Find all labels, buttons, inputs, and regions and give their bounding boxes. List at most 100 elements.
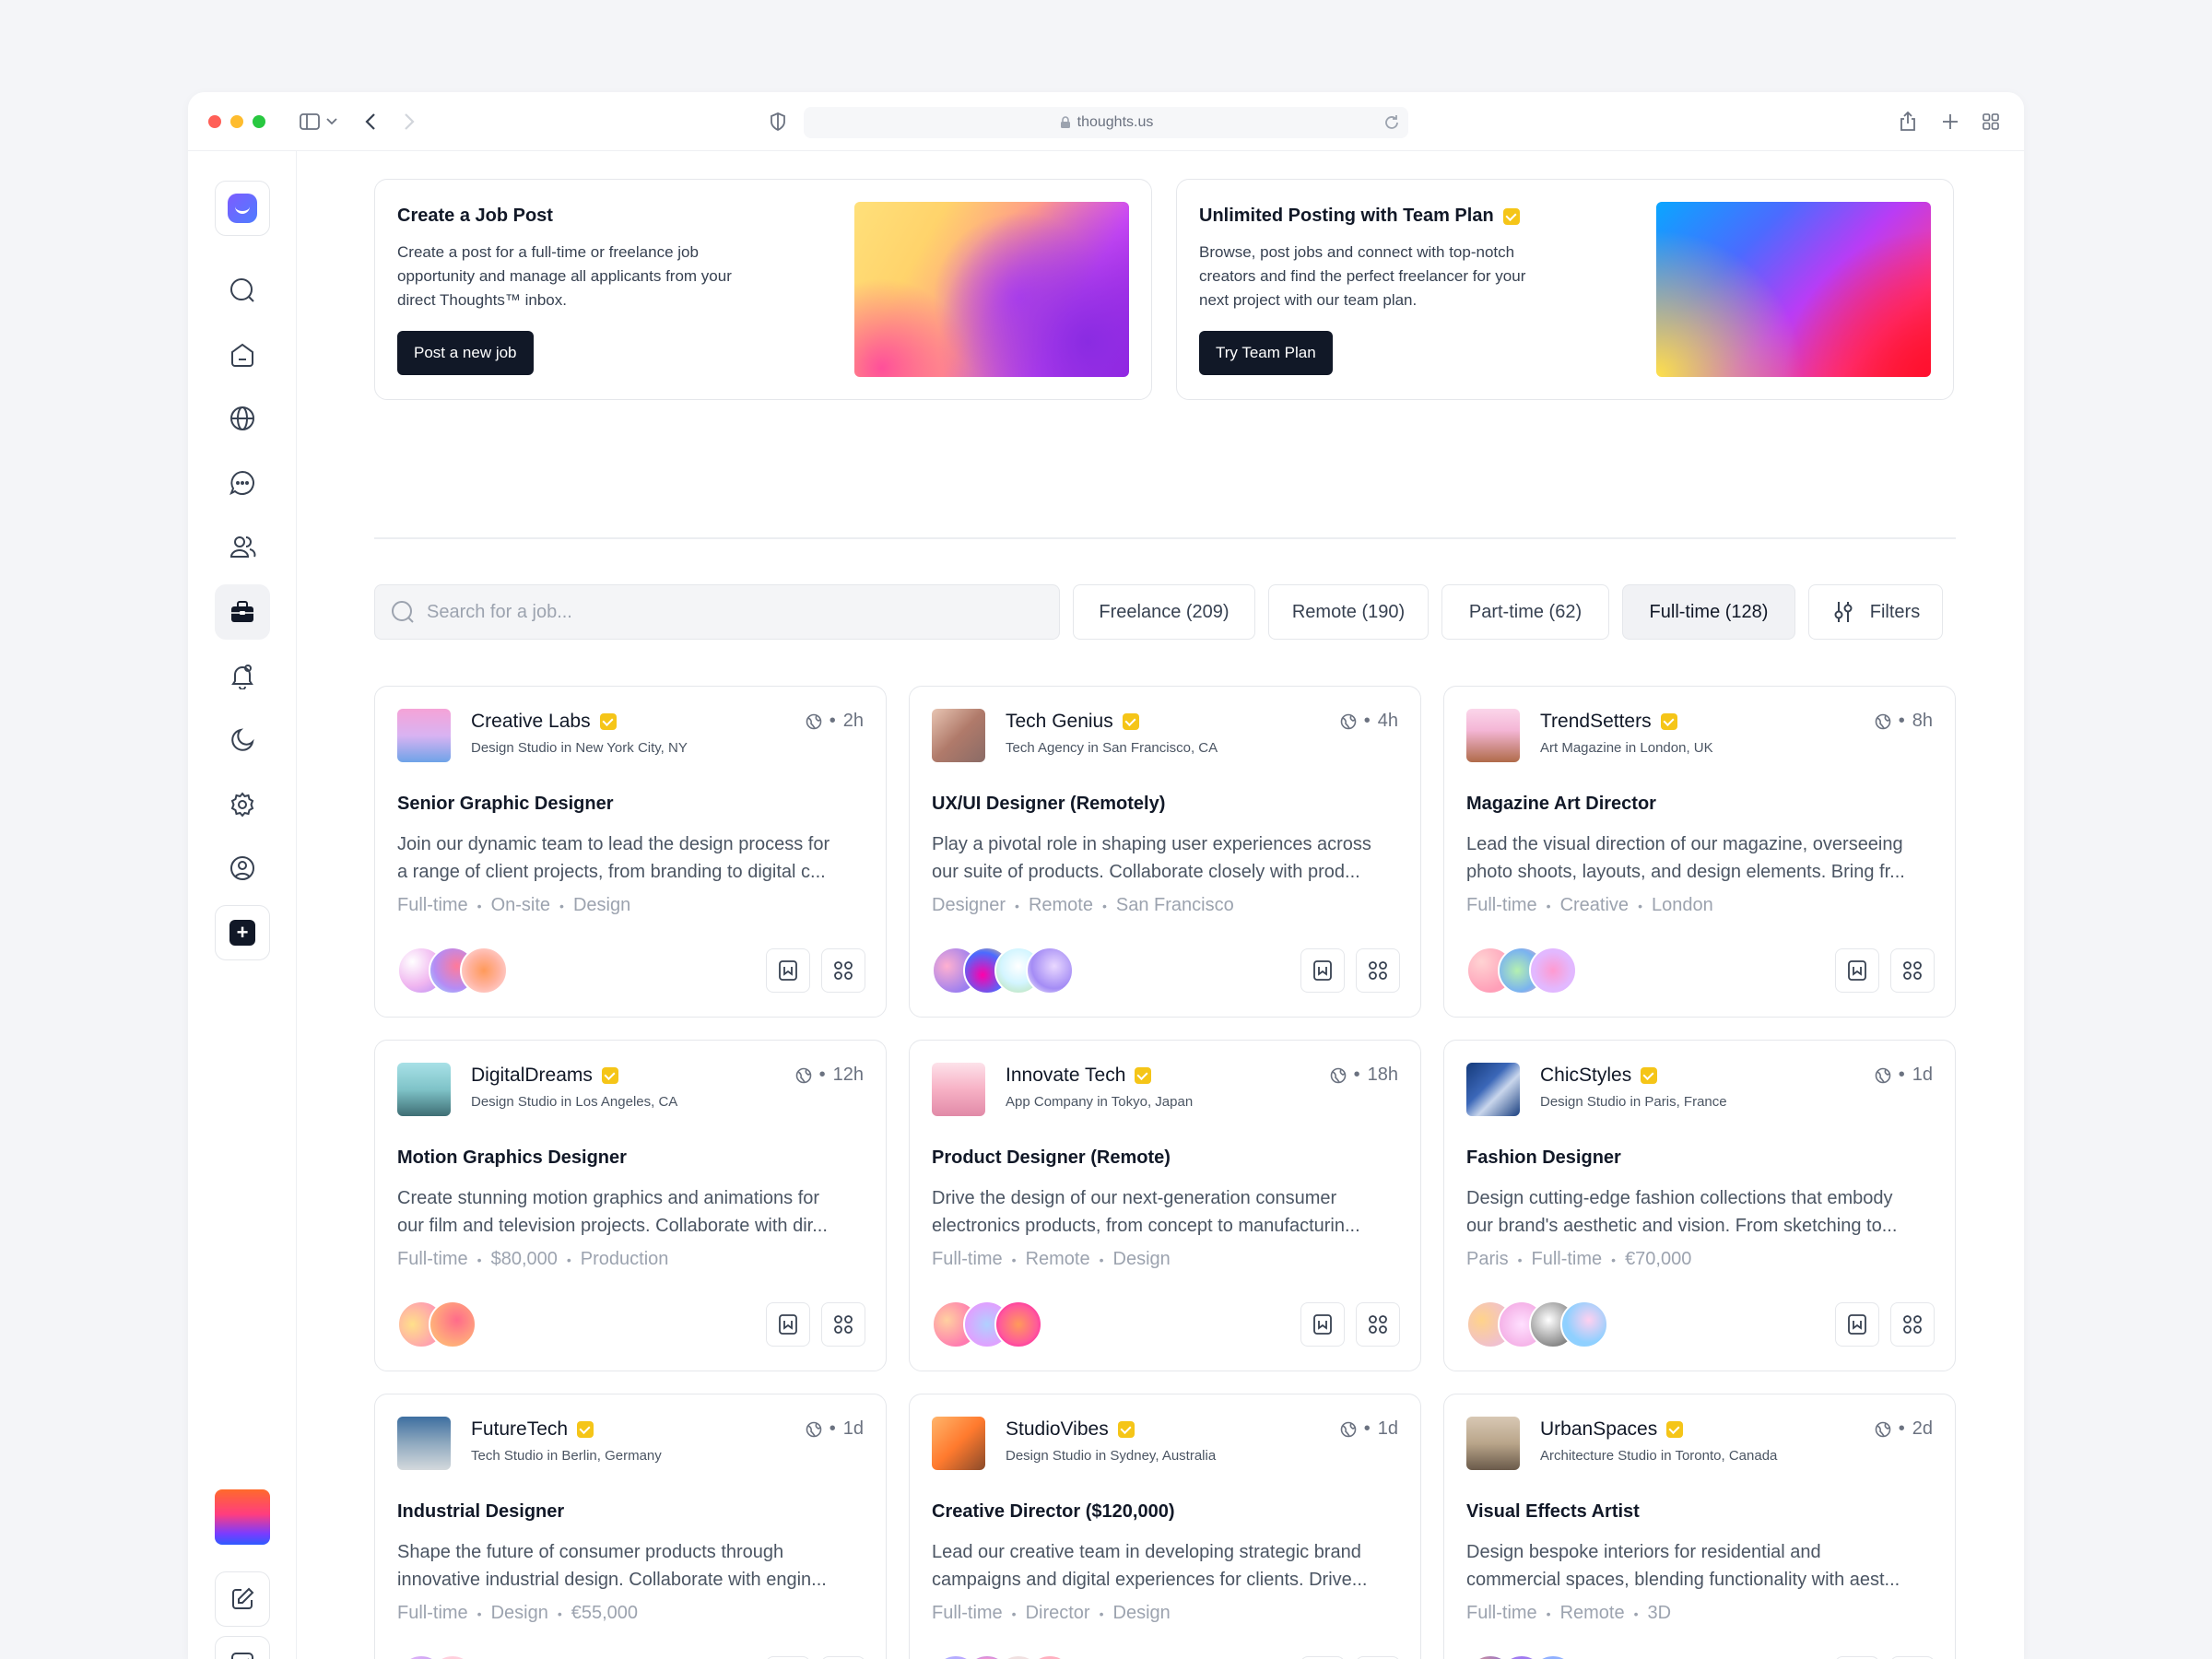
job-card[interactable]: FutureTech Tech Studio in Berlin, German… bbox=[374, 1394, 887, 1659]
job-card[interactable]: Creative Labs Design Studio in New York … bbox=[374, 686, 887, 1018]
job-search-input[interactable] bbox=[427, 601, 980, 623]
back-arrow-icon[interactable] bbox=[358, 109, 383, 135]
app-logo[interactable] bbox=[215, 181, 270, 236]
bookmark-button[interactable] bbox=[1300, 948, 1345, 993]
job-title[interactable]: UX/UI Designer (Remotely) bbox=[932, 794, 1165, 815]
applicant-avatars[interactable] bbox=[932, 1300, 1042, 1348]
applicant-avatars[interactable] bbox=[932, 947, 1074, 994]
maximize-window-button[interactable] bbox=[253, 115, 265, 128]
job-title[interactable]: Creative Director ($120,000) bbox=[932, 1501, 1174, 1523]
sidebar-toggle-icon[interactable] bbox=[297, 109, 323, 135]
more-options-button[interactable] bbox=[1890, 948, 1935, 993]
bookmark-button[interactable] bbox=[1835, 948, 1879, 993]
more-options-button[interactable] bbox=[1356, 948, 1400, 993]
job-search-box[interactable] bbox=[374, 584, 1060, 640]
address-bar[interactable]: thoughts.us bbox=[804, 107, 1408, 138]
filter-chip-part-time[interactable]: Part-time (62) bbox=[1441, 584, 1609, 640]
company-name[interactable]: Creative Labs bbox=[471, 711, 591, 733]
job-card[interactable]: DigitalDreams Design Studio in Los Angel… bbox=[374, 1040, 887, 1371]
sidebar-item-profile[interactable] bbox=[215, 841, 270, 896]
more-options-button[interactable] bbox=[1356, 1302, 1400, 1347]
reload-icon[interactable] bbox=[1382, 113, 1401, 132]
job-title[interactable]: Magazine Art Director bbox=[1466, 794, 1656, 815]
company-name-row: DigitalDreams bbox=[471, 1065, 618, 1087]
filters-button[interactable]: Filters bbox=[1808, 584, 1943, 640]
sidebar-item-jobs[interactable] bbox=[215, 584, 270, 640]
sidebar-item-theme[interactable] bbox=[215, 712, 270, 768]
sidebar-item-notifications[interactable] bbox=[215, 648, 270, 703]
sidebar-item-analytics[interactable] bbox=[215, 1636, 270, 1659]
job-title[interactable]: Motion Graphics Designer bbox=[397, 1147, 627, 1169]
filter-chip-full-time[interactable]: Full-time (128) bbox=[1622, 584, 1795, 640]
applicant-avatars[interactable] bbox=[1466, 947, 1577, 994]
sidebar-item-settings[interactable] bbox=[215, 777, 270, 832]
share-icon[interactable] bbox=[1895, 109, 1921, 135]
company-name[interactable]: StudioVibes bbox=[1006, 1418, 1109, 1441]
promo-description-line: creators and find the perfect freelancer… bbox=[1199, 267, 1526, 285]
company-name[interactable]: DigitalDreams bbox=[471, 1065, 593, 1087]
company-name[interactable]: ChicStyles bbox=[1540, 1065, 1631, 1087]
new-tab-icon[interactable] bbox=[1937, 109, 1963, 135]
applicant-avatars[interactable] bbox=[932, 1654, 1074, 1659]
tab-overview-icon[interactable] bbox=[1978, 109, 2004, 135]
separator-dot: • bbox=[1353, 1065, 1360, 1085]
applicant-avatar[interactable] bbox=[429, 1654, 477, 1659]
job-card[interactable]: Innovate Tech App Company in Tokyo, Japa… bbox=[909, 1040, 1421, 1371]
sidebar-item-create[interactable]: + bbox=[215, 905, 270, 960]
company-name[interactable]: Innovate Tech bbox=[1006, 1065, 1125, 1087]
applicant-avatar[interactable] bbox=[1529, 1654, 1577, 1659]
company-name[interactable]: FutureTech bbox=[471, 1418, 568, 1441]
job-card[interactable]: StudioVibes Design Studio in Sydney, Aus… bbox=[909, 1394, 1421, 1659]
try-team-plan-button[interactable]: Try Team Plan bbox=[1199, 331, 1333, 375]
applicant-avatar[interactable] bbox=[1529, 947, 1577, 994]
applicant-avatar[interactable] bbox=[460, 947, 508, 994]
job-title[interactable]: Fashion Designer bbox=[1466, 1147, 1621, 1169]
applicant-avatar[interactable] bbox=[1560, 1300, 1608, 1348]
shield-icon[interactable] bbox=[765, 109, 791, 135]
sidebar-item-people[interactable] bbox=[215, 520, 270, 575]
applicant-avatars[interactable] bbox=[397, 1300, 477, 1348]
filter-chip-remote[interactable]: Remote (190) bbox=[1268, 584, 1429, 640]
sidebar-item-explore[interactable] bbox=[215, 391, 270, 446]
separator-dot: • bbox=[1638, 898, 1642, 913]
sidebar-item-messages[interactable] bbox=[215, 455, 270, 511]
applicant-avatars[interactable] bbox=[397, 947, 508, 994]
bookmark-button[interactable] bbox=[1835, 1302, 1879, 1347]
more-options-button[interactable] bbox=[1890, 1302, 1935, 1347]
close-window-button[interactable] bbox=[208, 115, 221, 128]
applicant-avatars[interactable] bbox=[397, 1654, 477, 1659]
job-card[interactable]: ChicStyles Design Studio in Paris, Franc… bbox=[1443, 1040, 1956, 1371]
job-card[interactable]: UrbanSpaces Architecture Studio in Toron… bbox=[1443, 1394, 1956, 1659]
filter-chip-freelance[interactable]: Freelance (209) bbox=[1073, 584, 1255, 640]
more-options-button[interactable] bbox=[821, 1302, 865, 1347]
more-options-button[interactable] bbox=[821, 948, 865, 993]
bookmark-button[interactable] bbox=[1300, 1302, 1345, 1347]
applicant-avatar[interactable] bbox=[1026, 947, 1074, 994]
time-ago: 1d bbox=[1377, 1418, 1398, 1439]
job-title[interactable]: Industrial Designer bbox=[397, 1501, 564, 1523]
forward-arrow-icon[interactable] bbox=[396, 109, 422, 135]
applicant-avatar[interactable] bbox=[994, 1300, 1042, 1348]
company-name[interactable]: UrbanSpaces bbox=[1540, 1418, 1657, 1441]
job-title[interactable]: Senior Graphic Designer bbox=[397, 794, 614, 815]
grid-icon bbox=[1369, 961, 1387, 980]
applicant-avatars[interactable] bbox=[1466, 1300, 1608, 1348]
minimize-window-button[interactable] bbox=[230, 115, 243, 128]
job-title[interactable]: Visual Effects Artist bbox=[1466, 1501, 1640, 1523]
sidebar-item-search[interactable] bbox=[215, 263, 270, 318]
workspace-thumbnail[interactable] bbox=[215, 1489, 270, 1545]
company-name[interactable]: Tech Genius bbox=[1006, 711, 1113, 733]
bookmark-button[interactable] bbox=[766, 948, 810, 993]
applicant-avatar[interactable] bbox=[429, 1300, 477, 1348]
applicant-avatar[interactable] bbox=[1026, 1654, 1074, 1659]
job-title[interactable]: Product Designer (Remote) bbox=[932, 1147, 1171, 1169]
applicant-avatars[interactable] bbox=[1466, 1654, 1577, 1659]
job-card[interactable]: Tech Genius Tech Agency in San Francisco… bbox=[909, 686, 1421, 1018]
chevron-down-icon[interactable] bbox=[323, 109, 341, 135]
bookmark-button[interactable] bbox=[766, 1302, 810, 1347]
job-card[interactable]: TrendSetters Art Magazine in London, UK … bbox=[1443, 686, 1956, 1018]
sidebar-item-compose[interactable] bbox=[215, 1571, 270, 1627]
sidebar-item-home[interactable] bbox=[215, 327, 270, 382]
post-new-job-button[interactable]: Post a new job bbox=[397, 331, 534, 375]
company-name[interactable]: TrendSetters bbox=[1540, 711, 1652, 733]
